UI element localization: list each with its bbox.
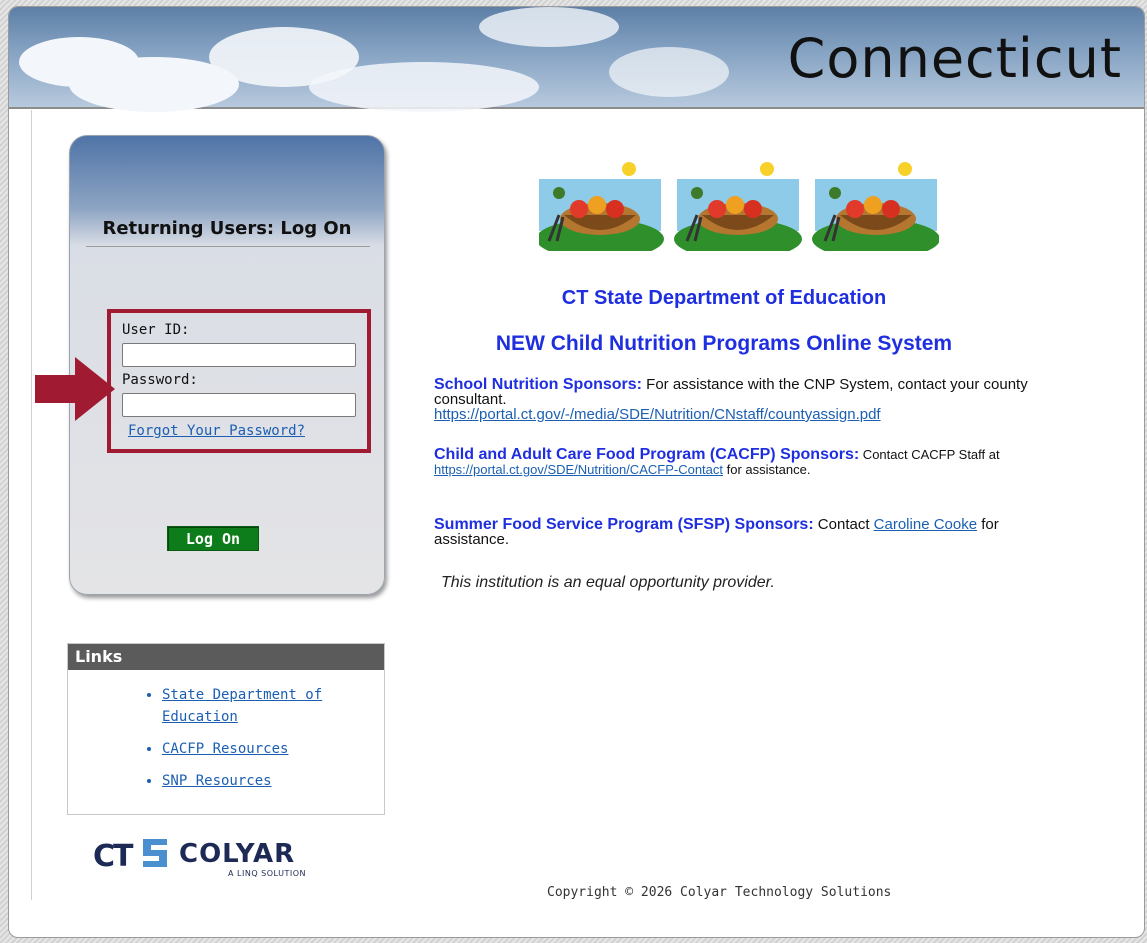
- caroline-cooke-link[interactable]: Caroline Cooke: [874, 516, 977, 533]
- cloud-decoration: [479, 7, 619, 47]
- sfsp-info: Summer Food Service Program (SFSP) Spons…: [434, 516, 1064, 548]
- harvest-basket-clipart: [539, 160, 939, 251]
- cloud-decoration: [609, 47, 729, 97]
- copyright-text: Copyright © 2026 Colyar Technology Solut…: [547, 885, 892, 900]
- cacfp-text-end: for assistance.: [723, 462, 811, 477]
- header-banner: Connecticut: [9, 7, 1144, 112]
- links-header: Links: [68, 644, 384, 670]
- links-panel: Links State Department of Education CACF…: [67, 643, 385, 815]
- school-nutrition-info: School Nutrition Sponsors: For assistanc…: [434, 377, 1064, 423]
- page-subheading: NEW Child Nutrition Programs Online Syst…: [495, 332, 953, 355]
- logo-brand: COLYAR: [179, 839, 296, 869]
- logo-s-icon: [143, 839, 167, 867]
- page-heading: CT State Department of Education: [561, 287, 887, 309]
- forgot-password-link[interactable]: Forgot Your Password?: [128, 423, 305, 439]
- log-on-button[interactable]: Log On: [167, 526, 259, 551]
- snp-resources-link[interactable]: SNP Resources: [162, 773, 272, 789]
- arrow-right-icon: [35, 357, 115, 421]
- page-frame: Connecticut Returning Users: Log On User…: [8, 6, 1145, 938]
- cacfp-info: Child and Adult Care Food Program (CACFP…: [434, 446, 1064, 478]
- user-id-input[interactable]: [122, 343, 356, 367]
- cacfp-contact-link[interactable]: https://portal.ct.gov/SDE/Nutrition/CACF…: [434, 462, 723, 477]
- password-label: Password:: [122, 372, 198, 388]
- list-item: CACFP Resources: [162, 738, 384, 760]
- cacfp-label: Child and Adult Care Food Program (CACFP…: [434, 446, 860, 463]
- equal-opportunity-statement: This institution is an equal opportunity…: [441, 574, 775, 591]
- divider: [31, 110, 32, 900]
- logo-tagline: A LINQ SOLUTION: [228, 869, 306, 878]
- password-input[interactable]: [122, 393, 356, 417]
- login-title: Returning Users: Log On: [102, 218, 352, 239]
- logo-mark: CT: [93, 839, 134, 874]
- divider: [86, 246, 370, 247]
- cacfp-resources-link[interactable]: CACFP Resources: [162, 741, 288, 757]
- cacfp-text: Contact CACFP Staff at: [859, 447, 1000, 462]
- banner-title: Connecticut: [787, 27, 1122, 90]
- sfsp-text: Contact: [813, 516, 874, 533]
- cloud-decoration: [309, 62, 539, 112]
- list-item: State Department of Education: [162, 684, 384, 728]
- countyassign-link[interactable]: https://portal.ct.gov/-/media/SDE/Nutrit…: [434, 406, 881, 423]
- state-dept-education-link[interactable]: State Department of Education: [162, 687, 322, 725]
- colyar-logo: CT COLYAR A LINQ SOLUTION: [93, 835, 333, 885]
- user-id-label: User ID:: [122, 322, 190, 338]
- list-item: SNP Resources: [162, 770, 384, 792]
- login-panel: Returning Users: Log On User ID: Passwor…: [69, 135, 385, 595]
- links-list: State Department of Education CACFP Reso…: [68, 684, 384, 792]
